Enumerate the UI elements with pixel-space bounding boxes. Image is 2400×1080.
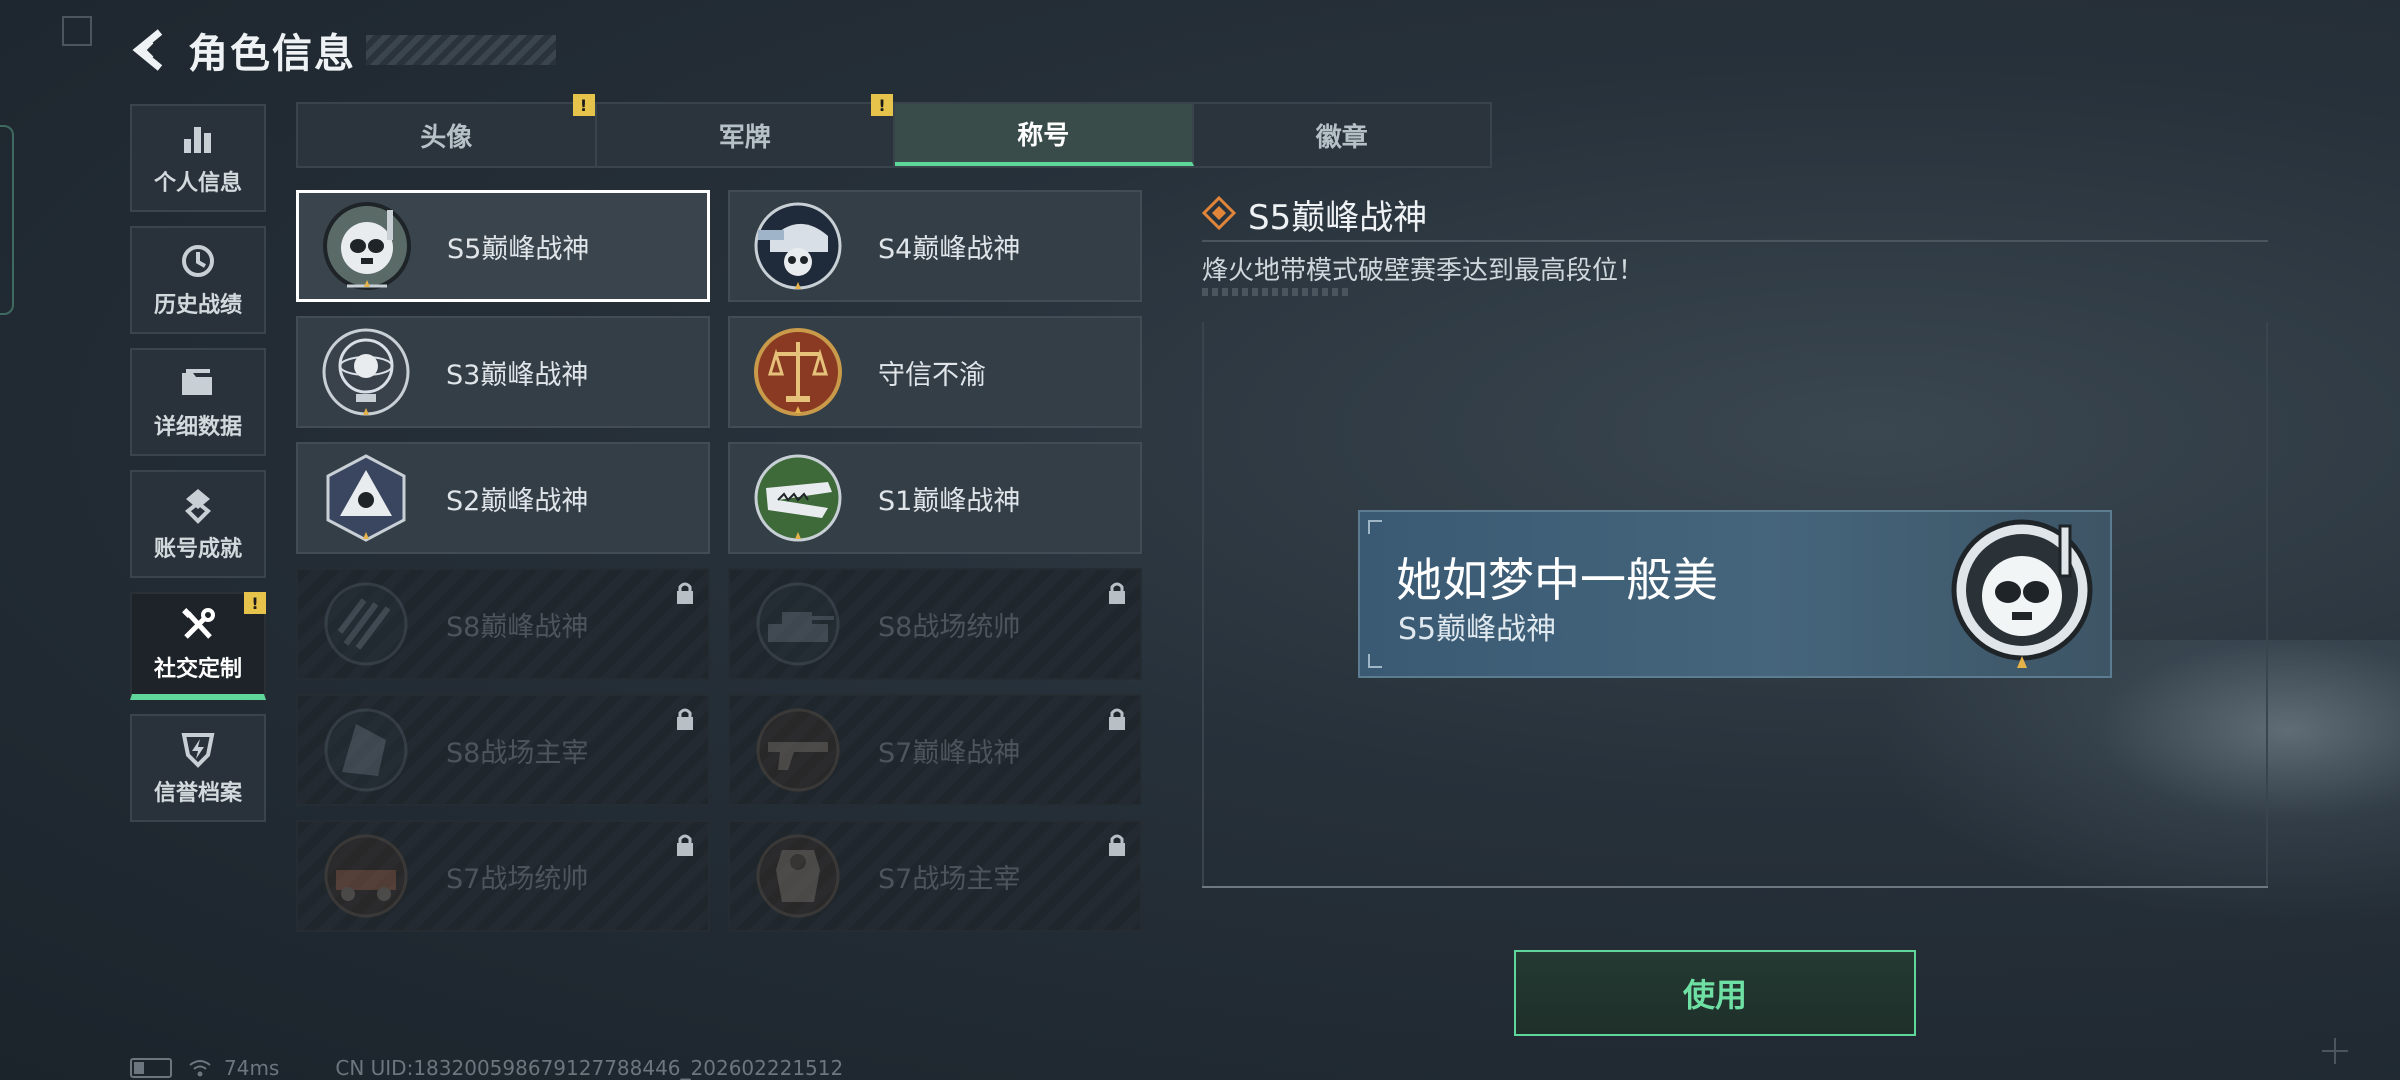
tab-bar: 头像 ! 军牌 ! 称号 徽章 (296, 94, 1492, 168)
title-grid: S5巅峰战神 S4巅峰战神 S3巅峰战神 守信不渝 S2巅峰战神 S1巅峰战神 … (296, 190, 1146, 932)
history-clock-icon (182, 245, 214, 277)
sidebar-item-label: 账号成就 (153, 537, 242, 562)
header: 角色信息 (130, 22, 556, 78)
sidebar-item-credit[interactable]: 信誉档案 (130, 714, 266, 822)
sidebar-item-label: 详细数据 (153, 415, 242, 440)
skull-helmet-emblem (754, 202, 842, 290)
corner-mark (1368, 654, 1382, 668)
title-name: S2巅峰战神 (446, 485, 589, 517)
notification-badge: ! (572, 94, 595, 116)
detail-description: 烽火地带模式破壁赛季达到最高段位！ (1202, 256, 1645, 286)
notification-badge: ! (244, 592, 266, 614)
preview-nickname: 她如梦中一般美 (1396, 553, 1718, 607)
sidebar-item-label: 信誉档案 (153, 781, 242, 806)
armor-emblem (756, 834, 840, 918)
title-card-locked[interactable]: S8战场主宰 (296, 694, 710, 806)
title-name: S5巅峰战神 (447, 233, 590, 265)
title-name: 守信不渝 (878, 359, 986, 391)
battery-icon (130, 1058, 172, 1078)
tab-badge[interactable]: 徽章 (1194, 104, 1491, 166)
lock-icon (1109, 708, 1125, 730)
wifi-icon (189, 1060, 211, 1077)
title-decoration (366, 35, 556, 65)
diamond-icon (1202, 196, 1236, 230)
tab-label: 头像 (420, 122, 473, 153)
wrench-screwdriver-icon (182, 608, 215, 639)
title-name: S8战场统帅 (878, 611, 1021, 643)
tab-label: 军牌 (718, 122, 771, 153)
sidebar-item-details[interactable]: 详细数据 (130, 348, 266, 456)
tank-emblem (756, 582, 840, 666)
title-name: S7战场主宰 (878, 863, 1021, 895)
sidebar-item-label: 社交定制 (153, 657, 242, 682)
skull-diver-emblem (323, 202, 411, 290)
title-card-locked[interactable]: S8战场统帅 (728, 568, 1142, 680)
lock-icon (677, 708, 693, 730)
lock-icon (1109, 582, 1125, 604)
tab-avatar[interactable]: 头像 ! (298, 94, 597, 166)
menu-square-icon[interactable] (62, 16, 92, 46)
title-card-locked[interactable]: S7战场统帅 (296, 820, 710, 932)
tab-label: 称号 (1017, 120, 1070, 151)
title-name: S1巅峰战神 (878, 485, 1021, 517)
shield-bolt-icon (181, 733, 215, 768)
title-card-locked[interactable]: S8巅峰战神 (296, 568, 710, 680)
title-card[interactable]: S1巅峰战神 (728, 442, 1142, 554)
title-name: S8巅峰战神 (446, 611, 589, 643)
title-name: S7巅峰战神 (878, 737, 1021, 769)
title-preview-card: 她如梦中一般美 S5巅峰战神 (1358, 510, 2112, 678)
status-bar: 74ms CN UID:183200598679127788446_202602… (130, 1056, 843, 1080)
title-card[interactable]: 守信不渝 (728, 316, 1142, 428)
bar-chart-icon (184, 127, 211, 153)
title-card[interactable]: S4巅峰战神 (728, 190, 1142, 302)
pistol-emblem (756, 708, 840, 792)
corner-mark (1368, 520, 1382, 534)
title-card[interactable]: S3巅峰战神 (296, 316, 710, 428)
sidebar-item-achievements[interactable]: 账号成就 (130, 470, 266, 578)
tab-dogtag[interactable]: 军牌 ! (597, 94, 895, 166)
lock-icon (677, 834, 693, 856)
divider (1202, 240, 2268, 242)
title-card-locked[interactable]: S7巅峰战神 (728, 694, 1142, 806)
back-arrow-icon[interactable] (130, 28, 174, 72)
sidebar-item-label: 历史战绩 (153, 293, 242, 318)
building-emblem (324, 708, 408, 792)
page-title: 角色信息 (188, 31, 356, 77)
scales-emblem (754, 328, 842, 416)
frame-bottom-line (1202, 886, 2268, 888)
title-name: S3巅峰战神 (446, 359, 589, 391)
slash-emblem (324, 582, 408, 666)
plus-mark-icon (2322, 1038, 2348, 1064)
sidebar-item-personal-info[interactable]: 个人信息 (130, 104, 266, 212)
lock-icon (1109, 834, 1125, 856)
sidebar-item-history[interactable]: 历史战绩 (130, 226, 266, 334)
ping-value: 74ms (224, 1056, 280, 1080)
title-name: S4巅峰战神 (878, 233, 1021, 265)
tab-label: 徽章 (1315, 122, 1368, 153)
title-name: S8战场主宰 (446, 737, 589, 769)
skull-triangle-emblem (326, 454, 406, 542)
sidebar-item-social-custom[interactable]: ! 社交定制 (130, 592, 266, 700)
tab-title[interactable]: 称号 (895, 104, 1194, 166)
vehicle-emblem (324, 834, 408, 918)
sidebar: 个人信息 历史战绩 详细数据 账号成就 ! 社交定制 信誉档案 (130, 104, 266, 836)
detail-title: S5巅峰战神 (1248, 198, 1428, 238)
skull-diver-emblem (1951, 519, 2093, 668)
uid-text: CN UID:183200598679127788446_20260222151… (335, 1056, 844, 1080)
title-card[interactable]: S2巅峰战神 (296, 442, 710, 554)
edge-bracket (0, 125, 14, 315)
skull-globe-emblem (322, 328, 410, 416)
folder-icon (182, 369, 212, 395)
lock-icon (677, 582, 693, 604)
achievement-icon (185, 489, 211, 524)
notification-badge: ! (871, 94, 893, 116)
decorative-dashes (1202, 288, 1352, 296)
title-card-locked[interactable]: S7战场主宰 (728, 820, 1142, 932)
sidebar-item-label: 个人信息 (153, 171, 242, 196)
title-name: S7战场统帅 (446, 863, 589, 895)
title-card[interactable]: S5巅峰战神 (296, 190, 710, 302)
use-button[interactable]: 使用 (1514, 950, 1916, 1036)
preview-title: S5巅峰战神 (1398, 612, 1557, 647)
crocodile-emblem (754, 454, 842, 542)
